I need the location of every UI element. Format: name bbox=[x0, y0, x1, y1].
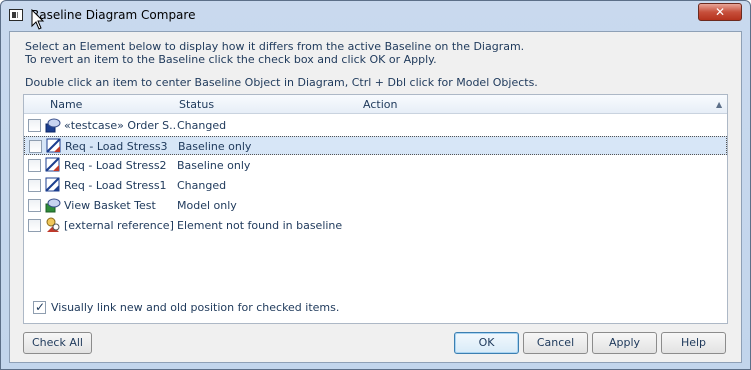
requirement-icon bbox=[45, 157, 60, 172]
row-status: Baseline only bbox=[177, 159, 251, 172]
close-button[interactable]: ✕ bbox=[698, 3, 742, 21]
help-button[interactable]: Help bbox=[661, 332, 726, 354]
row-name: [external reference] bbox=[64, 219, 174, 232]
mouse-cursor-icon bbox=[31, 9, 45, 30]
list-item[interactable]: View Basket Test Model only bbox=[24, 196, 727, 215]
row-checkbox[interactable] bbox=[28, 179, 41, 192]
list-item[interactable]: Req - Load Stress1 Changed bbox=[24, 176, 727, 195]
row-checkbox[interactable] bbox=[29, 140, 42, 153]
title-bar[interactable]: Baseline Diagram Compare ✕ bbox=[1, 1, 750, 30]
row-name: Req - Load Stress3 bbox=[65, 140, 168, 153]
requirement-icon bbox=[45, 177, 60, 192]
row-status: Model only bbox=[177, 199, 237, 212]
checkmark-icon: ✓ bbox=[35, 300, 46, 314]
sort-arrow-icon[interactable]: ▲ bbox=[716, 100, 722, 109]
list-item[interactable]: Req - Load Stress2 Baseline only bbox=[24, 156, 727, 175]
row-name: Req - Load Stress2 bbox=[64, 159, 167, 172]
row-status: Baseline only bbox=[178, 140, 252, 153]
list-item[interactable]: Req - Load Stress3 Baseline only bbox=[24, 136, 727, 155]
requirement-icon bbox=[46, 138, 61, 153]
row-status: Element not found in baseline bbox=[177, 219, 343, 232]
testcase-icon bbox=[45, 118, 61, 133]
instruction-line-1: Select an Element below to display how i… bbox=[25, 40, 525, 53]
instruction-line-2: To revert an item to the Baseline click … bbox=[25, 53, 437, 66]
list-header: Name Status Action ▲ bbox=[24, 95, 727, 114]
testcase-icon bbox=[45, 198, 61, 213]
element-list[interactable]: Name Status Action ▲ «testcase» Order S.… bbox=[23, 94, 728, 324]
list-item[interactable]: «testcase» Order S... Changed bbox=[24, 116, 727, 135]
visual-link-label[interactable]: Visually link new and old position for c… bbox=[51, 301, 339, 314]
column-header-action[interactable]: Action bbox=[363, 98, 397, 111]
column-header-name[interactable]: Name bbox=[50, 98, 82, 111]
window-title: Baseline Diagram Compare bbox=[31, 8, 196, 22]
column-header-status[interactable]: Status bbox=[179, 98, 214, 111]
cancel-button[interactable]: Cancel bbox=[523, 332, 588, 354]
apply-button[interactable]: Apply bbox=[592, 332, 657, 354]
dialog-body: Select an Element below to display how i… bbox=[9, 31, 742, 363]
check-all-button[interactable]: Check All bbox=[23, 332, 92, 354]
row-checkbox[interactable] bbox=[28, 199, 41, 212]
row-name: Req - Load Stress1 bbox=[64, 179, 167, 192]
list-item[interactable]: [external reference] Element not found i… bbox=[24, 216, 727, 235]
row-status: Changed bbox=[177, 119, 227, 132]
row-status: Changed bbox=[177, 179, 227, 192]
app-icon bbox=[9, 9, 23, 21]
visual-link-checkbox[interactable]: ✓ bbox=[33, 300, 46, 314]
row-name: «testcase» Order S... bbox=[64, 119, 176, 132]
row-checkbox[interactable] bbox=[28, 219, 41, 232]
instruction-line-3: Double click an item to center Baseline … bbox=[25, 76, 538, 89]
external-reference-icon bbox=[46, 217, 60, 232]
row-checkbox[interactable] bbox=[28, 119, 41, 132]
row-checkbox[interactable] bbox=[28, 159, 41, 172]
dialog-window: Baseline Diagram Compare ✕ Select an Ele… bbox=[0, 0, 751, 370]
row-name: View Basket Test bbox=[64, 199, 156, 212]
ok-button[interactable]: OK bbox=[454, 332, 519, 354]
